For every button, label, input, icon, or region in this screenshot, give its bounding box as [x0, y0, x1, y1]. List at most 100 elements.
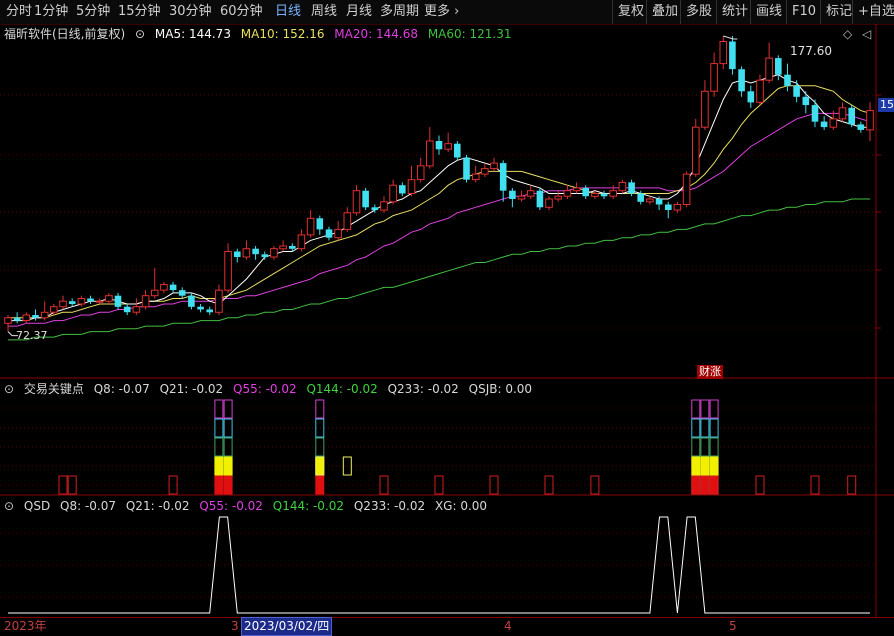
candle [499, 163, 507, 191]
candle [701, 90, 709, 128]
candle [454, 143, 461, 158]
signal-box [315, 437, 325, 457]
candle [673, 204, 682, 211]
candle [32, 315, 39, 318]
candle [463, 157, 470, 180]
candle [829, 118, 838, 128]
candle [628, 182, 635, 194]
high-price-label: 177.60 [790, 44, 832, 58]
candle [710, 63, 718, 92]
signal-box [223, 456, 233, 476]
candle [160, 284, 168, 291]
candle [22, 314, 31, 321]
candle [40, 311, 49, 319]
candle [481, 168, 489, 175]
candle [77, 298, 86, 305]
candle [793, 85, 800, 97]
candle [114, 295, 122, 307]
ma10-line [8, 85, 871, 319]
candle [747, 91, 755, 103]
signal-box [691, 475, 701, 495]
signal-box [214, 456, 224, 476]
candle [820, 121, 828, 128]
axis-month-5: 5 [729, 619, 737, 633]
signal-box [709, 475, 719, 495]
candle [572, 187, 581, 192]
candle [261, 254, 269, 258]
candle [279, 245, 287, 250]
signal-box [700, 475, 710, 495]
candle [802, 96, 810, 106]
candle [435, 141, 443, 150]
high-marker [723, 35, 738, 40]
signal-box [315, 456, 325, 476]
axis-year-label: 2023年 [4, 619, 47, 633]
signal-box [709, 399, 719, 419]
candle [756, 79, 764, 103]
candle [444, 143, 452, 150]
candle [591, 193, 599, 197]
candle [526, 190, 535, 197]
cursor-date-label: 2023/03/02/四 [241, 617, 333, 636]
candle [289, 246, 296, 249]
kline-chart[interactable] [0, 0, 894, 635]
candle [719, 41, 728, 65]
candle [536, 190, 544, 208]
candle [471, 173, 480, 181]
signal-box [700, 399, 710, 419]
candle [141, 295, 150, 308]
ma5-line [8, 74, 870, 322]
candle [334, 228, 342, 239]
candle [490, 162, 498, 170]
candle [169, 284, 177, 291]
signal-box [315, 475, 325, 495]
candle [316, 218, 324, 230]
candle [765, 57, 773, 81]
x-axis [0, 617, 894, 636]
candle [416, 165, 425, 181]
candle [848, 107, 855, 125]
candle [399, 185, 406, 194]
candle [352, 190, 361, 214]
candle [123, 306, 131, 313]
signal-box [544, 475, 554, 495]
candle [618, 181, 627, 192]
signal-box [691, 399, 701, 419]
candle [426, 140, 434, 167]
signal-box [691, 437, 701, 457]
signal-box [223, 399, 233, 419]
candle [600, 193, 608, 197]
candle [234, 251, 241, 257]
ma60-line [8, 198, 870, 341]
candle [188, 295, 195, 307]
candle [563, 190, 572, 197]
candle [306, 217, 315, 236]
candle [68, 301, 76, 304]
axis-month-3: 3 [231, 619, 239, 633]
signal-box [214, 475, 224, 495]
signal-box [691, 418, 701, 438]
low-price-label: 72.37 [16, 329, 48, 342]
candle [545, 198, 553, 208]
candle [206, 309, 213, 313]
candle [509, 190, 516, 199]
signal-box [223, 475, 233, 495]
event-tag[interactable]: 财涨 [697, 365, 723, 379]
axis-month-4: 4 [504, 619, 512, 633]
candle [13, 317, 21, 321]
candle [270, 248, 278, 258]
candle [655, 199, 663, 205]
candle [838, 107, 847, 120]
candle [582, 187, 589, 197]
candle [389, 184, 397, 203]
candle [87, 298, 94, 302]
candle [692, 126, 700, 175]
candle [857, 124, 865, 130]
candle [371, 207, 379, 211]
candle [362, 190, 369, 208]
candle [407, 179, 416, 194]
candle [325, 229, 333, 238]
candle [4, 317, 12, 324]
candle [554, 195, 563, 200]
candle [517, 195, 526, 200]
